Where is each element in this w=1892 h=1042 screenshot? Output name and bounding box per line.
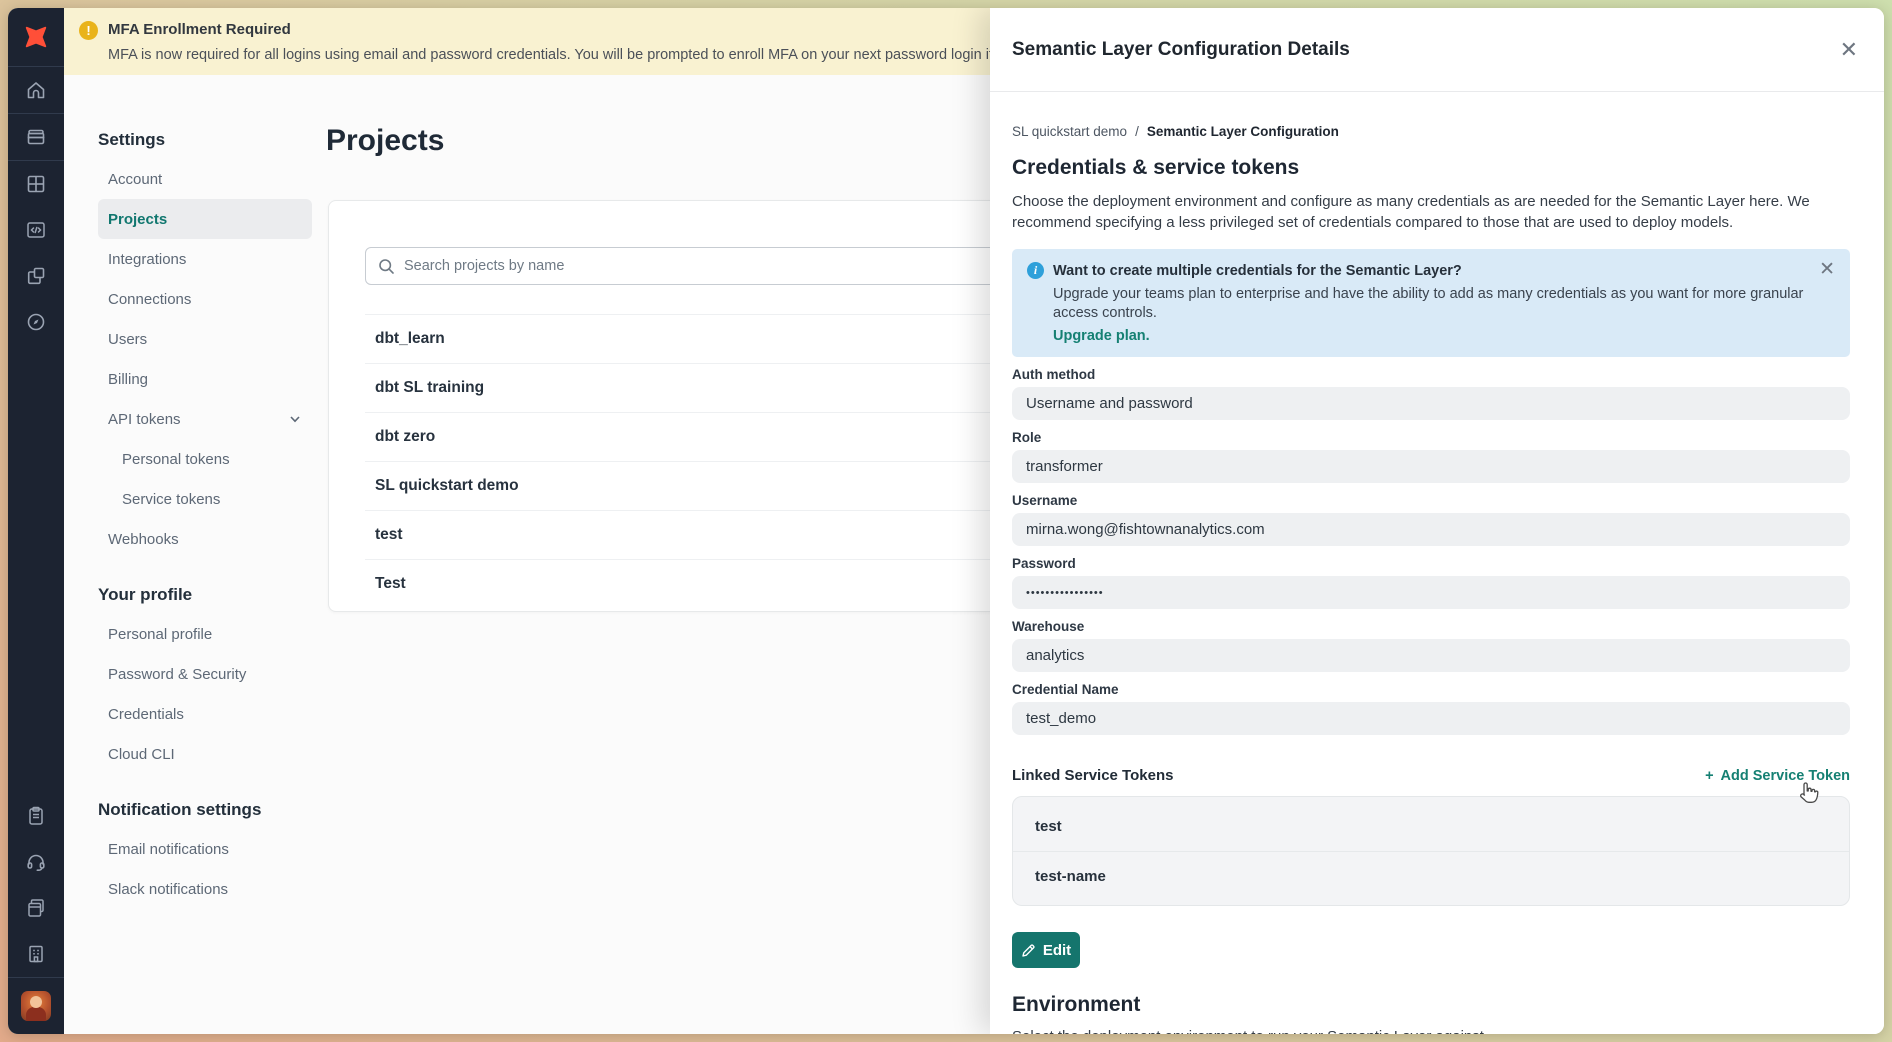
linked-windows-icon [25, 265, 47, 287]
headset-icon [25, 851, 47, 873]
breadcrumb: SL quickstart demo / Semantic Layer Conf… [1012, 124, 1850, 139]
role-value[interactable]: transformer [1012, 450, 1850, 483]
token-row[interactable]: test [1013, 802, 1849, 851]
docs-icon [25, 897, 47, 919]
left-icon-rail [8, 8, 64, 1034]
avatar [21, 991, 51, 1021]
breadcrumb-separator: / [1135, 124, 1139, 139]
info-close-icon[interactable]: ✕ [1819, 260, 1835, 279]
field-auth-method: Auth method Username and password [1012, 367, 1850, 420]
nav-item-webhooks[interactable]: Webhooks [98, 519, 312, 559]
dbt-logo-icon [21, 22, 51, 52]
field-username: Username mirna.wong@fishtownanalytics.co… [1012, 493, 1850, 546]
home-icon [25, 79, 47, 101]
app-window: ! MFA Enrollment Required MFA is now req… [8, 8, 1884, 1034]
nav-item-integrations[interactable]: Integrations [98, 239, 312, 279]
compass-icon [25, 311, 47, 333]
warehouse-value[interactable]: analytics [1012, 639, 1850, 672]
add-service-token-button[interactable]: + Add Service Token [1705, 768, 1850, 784]
close-icon[interactable]: ✕ [1840, 39, 1858, 61]
nav-item-cloud-cli[interactable]: Cloud CLI [98, 734, 312, 774]
page-title: Projects [326, 124, 444, 158]
nav-item-service-tokens[interactable]: Service tokens [98, 479, 312, 519]
credentials-description: Choose the deployment environment and co… [1012, 191, 1850, 233]
clipboard-icon [25, 805, 47, 827]
nav-home[interactable] [8, 67, 64, 113]
edit-button[interactable]: Edit [1012, 932, 1080, 968]
building-icon [25, 943, 47, 965]
semantic-layer-drawer: Semantic Layer Configuration Details ✕ S… [990, 8, 1884, 1034]
drawer-body: SL quickstart demo / Semantic Layer Conf… [1012, 92, 1850, 1034]
nav-item-users[interactable]: Users [98, 319, 312, 359]
settings-nav: Settings Account Projects Integrations C… [98, 130, 312, 909]
user-avatar[interactable] [8, 978, 64, 1034]
develop-code-icon [25, 219, 47, 241]
banner-body: MFA is now required for all logins using… [108, 45, 1095, 65]
info-title: Want to create multiple credentials for … [1053, 263, 1462, 279]
info-icon: i [1027, 262, 1044, 279]
profile-heading: Your profile [98, 585, 312, 605]
nav-item-email-notifications[interactable]: Email notifications [98, 829, 312, 869]
breadcrumb-parent[interactable]: SL quickstart demo [1012, 124, 1127, 139]
nav-explore[interactable] [8, 299, 64, 345]
field-warehouse: Warehouse analytics [1012, 619, 1850, 672]
username-value[interactable]: mirna.wong@fishtownanalytics.com [1012, 513, 1850, 546]
breadcrumb-current: Semantic Layer Configuration [1147, 124, 1339, 139]
credentials-heading: Credentials & service tokens [1012, 156, 1850, 180]
nav-item-password-security[interactable]: Password & Security [98, 654, 312, 694]
field-credential-name: Credential Name test_demo [1012, 682, 1850, 735]
password-value[interactable]: •••••••••••••••• [1012, 576, 1850, 609]
nav-notes[interactable] [8, 793, 64, 839]
banner-title: MFA Enrollment Required [108, 20, 1095, 39]
drawer-title: Semantic Layer Configuration Details [1012, 39, 1840, 61]
token-list: test test-name [1012, 796, 1850, 906]
notifications-heading: Notification settings [98, 800, 312, 820]
auth-method-value[interactable]: Username and password [1012, 387, 1850, 420]
nav-item-personal-profile[interactable]: Personal profile [98, 614, 312, 654]
nav-develop[interactable] [8, 207, 64, 253]
dbt-logo[interactable] [8, 8, 64, 66]
linked-service-tokens-header: Linked Service Tokens + Add Service Toke… [1012, 767, 1850, 784]
info-body: Upgrade your teams plan to enterprise an… [1053, 285, 1834, 323]
warning-icon: ! [79, 21, 98, 40]
field-password: Password •••••••••••••••• [1012, 556, 1850, 609]
plus-icon: + [1705, 768, 1713, 784]
nav-item-account[interactable]: Account [98, 159, 312, 199]
nav-item-personal-tokens[interactable]: Personal tokens [98, 439, 312, 479]
token-row[interactable]: test-name [1013, 851, 1849, 900]
nav-deploy[interactable] [8, 114, 64, 160]
nav-organization[interactable] [8, 931, 64, 977]
nav-support[interactable] [8, 839, 64, 885]
drawer-header: Semantic Layer Configuration Details ✕ [990, 8, 1884, 92]
field-role: Role transformer [1012, 430, 1850, 483]
nav-item-billing[interactable]: Billing [98, 359, 312, 399]
upgrade-plan-link[interactable]: Upgrade plan. [1053, 328, 1834, 344]
settings-heading: Settings [98, 130, 312, 150]
nav-apps[interactable] [8, 161, 64, 207]
search-icon [378, 258, 395, 275]
tokens-heading: Linked Service Tokens [1012, 767, 1173, 784]
nav-docs[interactable] [8, 885, 64, 931]
upgrade-info-banner: i Want to create multiple credentials fo… [1012, 249, 1850, 357]
nav-item-projects[interactable]: Projects [98, 199, 312, 239]
nav-item-api-tokens[interactable]: API tokens [98, 399, 312, 439]
chevron-down-icon [288, 412, 302, 426]
nav-item-slack-notifications[interactable]: Slack notifications [98, 869, 312, 909]
nav-orchestration[interactable] [8, 253, 64, 299]
credential-name-value[interactable]: test_demo [1012, 702, 1850, 735]
nav-item-connections[interactable]: Connections [98, 279, 312, 319]
deploy-stack-icon [25, 126, 47, 148]
pencil-icon [1021, 943, 1036, 958]
environment-heading: Environment [1012, 993, 1850, 1017]
environment-description: Select the deployment environment to run… [1012, 1028, 1850, 1034]
apps-grid-icon [25, 173, 47, 195]
nav-item-credentials[interactable]: Credentials [98, 694, 312, 734]
